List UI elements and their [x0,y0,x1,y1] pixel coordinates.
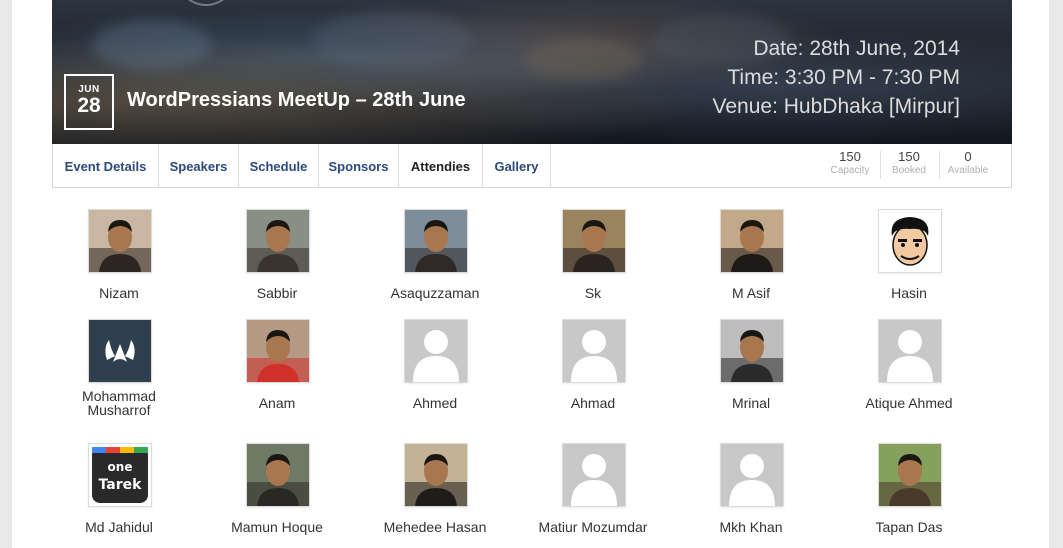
stat-available: 0 Available [940,150,996,178]
event-title: WordPressians MeetUp – 28th June [127,89,466,111]
tab-speakers[interactable]: Speakers [159,144,239,187]
photo-icon [721,210,783,272]
logo-icon [89,320,151,382]
attendee-name[interactable]: M Asif [672,286,830,300]
stat-capacity-label: Capacity [830,165,870,176]
svg-text:one: one [108,460,133,474]
attendee-avatar[interactable] [404,443,468,507]
page-content: JUN 28 WordPressians MeetUp – 28th June … [12,0,1049,548]
attendee-name[interactable]: Mkh Khan [672,520,830,534]
attendee-avatar[interactable] [878,319,942,383]
attendee-name[interactable]: Hasin [830,286,988,300]
stat-available-value: 0 [964,149,972,164]
one-tarek-logo-icon: one Tarek [89,444,151,506]
stat-booked-label: Booked [892,165,926,176]
default-user-icon [563,444,625,506]
photo-icon [247,320,309,382]
attendee-name[interactable]: Nizam [40,286,198,300]
tab-attendies[interactable]: Attendies [399,144,483,187]
default-user-icon [405,320,467,382]
event-venue: Venue: HubDhaka [Mirpur] [712,95,960,118]
photo-icon [405,444,467,506]
event-day: 28 [77,94,101,117]
svg-text:Tarek: Tarek [99,477,143,493]
stat-available-label: Available [947,165,989,176]
attendee-avatar[interactable] [878,209,942,273]
attendee-avatar[interactable] [878,443,942,507]
photo-icon [247,210,309,272]
photo-icon [563,210,625,272]
attendee-avatar[interactable] [562,319,626,383]
attendee-avatar[interactable] [720,319,784,383]
attendee-name[interactable]: Anam [198,396,356,410]
attendee-name[interactable]: Mohammad Musharrof [64,389,174,417]
photo-icon [879,444,941,506]
cartoon-face-icon [879,210,941,272]
attendee-name[interactable]: Matiur Mozumdar [514,520,672,534]
tab-sponsors[interactable]: Sponsors [319,144,399,187]
event-banner: JUN 28 WordPressians MeetUp – 28th June … [52,0,1012,144]
attendee-avatar[interactable] [720,209,784,273]
attendee-name[interactable]: Mrinal [672,396,830,410]
event-info: Date: 28th June, 2014 Time: 3:30 PM - 7:… [713,34,960,121]
attendee-avatar[interactable] [404,319,468,383]
attendee-name[interactable]: Tapan Das [830,520,988,534]
attendee-name[interactable]: Mehedee Hasan [356,520,514,534]
attendee-name[interactable]: Asaquzzaman [356,286,514,300]
stat-booked: 150 Booked [881,150,937,178]
tab-event-details[interactable]: Event Details [53,144,159,187]
default-user-icon [721,444,783,506]
attendee-avatar[interactable] [246,209,310,273]
attendee-avatar[interactable]: one Tarek [88,443,152,507]
attendee-avatar[interactable] [404,209,468,273]
attendee-name[interactable]: Sabbir [198,286,356,300]
event-date-badge: JUN 28 [64,74,114,130]
stat-capacity: 150 Capacity [822,150,878,178]
attendee-name[interactable]: Ahmed [356,396,514,410]
event-tabs: Event Details Speakers Schedule Sponsors… [52,144,1012,188]
attendee-name[interactable]: Sk [514,286,672,300]
attendee-avatar[interactable] [720,443,784,507]
attendee-avatar[interactable] [562,443,626,507]
attendee-avatar[interactable] [246,319,310,383]
tab-schedule[interactable]: Schedule [239,144,319,187]
default-user-icon [563,320,625,382]
stat-booked-value: 150 [898,149,920,164]
attendee-name[interactable]: Md Jahidul [40,520,198,534]
attendee-name[interactable]: Ahmad [514,396,672,410]
attendee-avatar[interactable] [88,319,152,383]
event-time: Time: 3:30 PM - 7:30 PM [727,66,960,89]
attendee-avatar[interactable] [246,443,310,507]
photo-icon [247,444,309,506]
tab-gallery[interactable]: Gallery [483,144,551,187]
attendee-avatar[interactable] [562,209,626,273]
attendee-name[interactable]: Atique Ahmed [830,396,988,410]
event-date: Date: 28th June, 2014 [753,37,960,60]
photo-icon [405,210,467,272]
stat-capacity-value: 150 [839,149,861,164]
photo-icon [721,320,783,382]
banner-decoration [176,0,236,6]
attendee-avatar[interactable] [88,209,152,273]
attendee-name[interactable]: Mamun Hoque [198,520,356,534]
default-user-icon [879,320,941,382]
photo-icon [89,210,151,272]
